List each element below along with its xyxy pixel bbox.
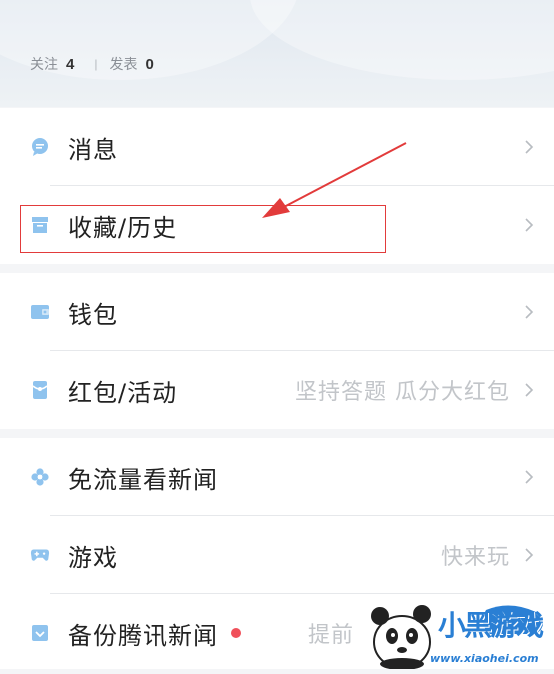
backup-hint: 提前 <box>308 623 355 648</box>
games-hint: 快来玩 <box>440 545 510 570</box>
menu-item-label: 免流量看新闻 <box>68 465 218 494</box>
gamepad-icon <box>30 545 50 565</box>
watermark-brand: 小黑游戏 <box>438 609 544 642</box>
chevron-right-icon <box>525 218 534 232</box>
menu-group-2: 钱包 红包/活动 坚持答题 瓜分大红包 <box>0 273 554 429</box>
menu-item-free-data-news[interactable]: 免流量看新闻 <box>0 438 554 516</box>
chevron-right-icon <box>525 383 534 397</box>
flower-icon <box>30 467 50 487</box>
annotation-highlight-box <box>20 205 386 253</box>
follow-label[interactable]: 关注 <box>30 54 58 74</box>
follow-count[interactable]: 4 <box>66 56 74 73</box>
menu-item-label: 游戏 <box>68 543 118 572</box>
watermark-url: www.xiaohei.com <box>430 652 539 665</box>
new-badge-dot <box>231 628 241 638</box>
menu-item-label: 红包/活动 <box>68 378 178 407</box>
wallet-icon <box>30 302 50 322</box>
profile-stats: 关注 4 | 发表 0 <box>30 54 154 74</box>
menu-item-label: 钱包 <box>68 300 118 329</box>
chevron-right-icon <box>525 305 534 319</box>
posts-label[interactable]: 发表 <box>109 54 137 74</box>
stats-divider: | <box>94 57 98 71</box>
profile-header: 关注 4 | 发表 0 <box>0 0 554 107</box>
menu-item-red-packet-activity[interactable]: 红包/活动 坚持答题 瓜分大红包 <box>0 351 554 429</box>
watermark: 小黑游戏 www.xiaohei.com <box>360 598 554 670</box>
menu-item-games[interactable]: 游戏 快来玩 <box>0 516 554 594</box>
chevron-right-icon <box>525 548 534 562</box>
message-bubble-icon <box>30 137 50 157</box>
menu-item-wallet[interactable]: 钱包 <box>0 273 554 351</box>
menu-item-label: 备份腾讯新闻 <box>68 621 218 650</box>
chevron-right-icon <box>525 470 534 484</box>
chevron-right-icon <box>525 140 534 154</box>
posts-count[interactable]: 0 <box>145 56 153 73</box>
menu-item-label: 消息 <box>68 135 118 164</box>
menu-item-messages[interactable]: 消息 <box>0 108 554 186</box>
backup-box-icon <box>30 623 50 643</box>
promo-hint: 坚持答题 瓜分大红包 <box>295 380 510 405</box>
red-packet-icon <box>30 380 50 400</box>
